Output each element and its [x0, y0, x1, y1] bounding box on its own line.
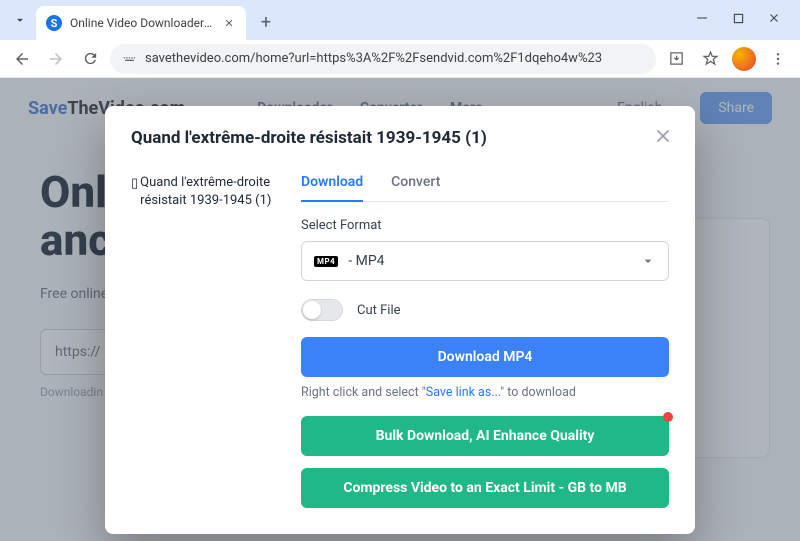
window-controls — [684, 4, 792, 32]
kebab-icon — [770, 51, 786, 67]
cut-file-label: Cut File — [357, 303, 401, 318]
tab-download[interactable]: Download — [301, 174, 363, 202]
address-bar[interactable]: savethevideo.com/home?url=https%3A%2F%2F… — [110, 44, 656, 74]
new-tab-button[interactable]: + — [252, 8, 280, 36]
close-icon — [224, 18, 234, 28]
modal-close-button[interactable] — [649, 122, 677, 150]
bulk-download-button[interactable]: Bulk Download, AI Enhance Quality — [301, 416, 669, 456]
maximize-button[interactable] — [720, 4, 756, 32]
tab-favicon-icon: S — [46, 15, 62, 31]
select-format-label: Select Format — [301, 218, 669, 233]
modal-tabs: Download Convert — [301, 174, 669, 202]
compress-video-button[interactable]: Compress Video to an Exact Limit - GB to… — [301, 468, 669, 508]
star-icon — [702, 50, 719, 67]
install-app-button[interactable] — [662, 45, 690, 73]
bookmark-button[interactable] — [696, 45, 724, 73]
chevron-down-icon — [640, 253, 656, 269]
tab-convert[interactable]: Convert — [391, 174, 440, 201]
chevron-down-icon — [13, 13, 27, 27]
thumbnail-alt-text: Quand l'extrême-droite résistait 1939-19… — [140, 174, 281, 210]
tab-close-button[interactable] — [222, 16, 236, 30]
download-mp4-button[interactable]: Download MP4 — [301, 337, 669, 377]
menu-button[interactable] — [764, 45, 792, 73]
back-button[interactable] — [8, 45, 36, 73]
download-modal: Quand l'extrême-droite résistait 1939-19… — [105, 106, 695, 534]
notification-dot-icon — [663, 412, 673, 422]
forward-button[interactable] — [42, 45, 70, 73]
toggle-knob — [303, 301, 321, 319]
close-icon — [768, 12, 780, 24]
minimize-icon — [696, 12, 708, 24]
video-thumbnail: ▯ Quand l'extrême-droite résistait 1939-… — [131, 174, 281, 508]
arrow-right-icon — [47, 50, 65, 68]
browser-titlebar: S Online Video Downloader and + — [0, 0, 800, 40]
browser-tab[interactable]: S Online Video Downloader and — [36, 6, 246, 40]
save-link-as-link[interactable]: Save link as... — [426, 385, 500, 400]
format-badge-icon: MP4 — [314, 256, 338, 267]
tab-title: Online Video Downloader and — [70, 16, 214, 30]
format-value: - MP4 — [348, 253, 384, 269]
tab-search-dropdown[interactable] — [8, 4, 32, 36]
close-icon — [653, 126, 673, 146]
browser-toolbar: savethevideo.com/home?url=https%3A%2F%2F… — [0, 40, 800, 78]
site-settings-icon[interactable] — [122, 51, 137, 66]
avatar-icon — [732, 47, 756, 71]
download-hint: Right click and select "Save link as..."… — [301, 385, 669, 400]
arrow-left-icon — [13, 50, 31, 68]
install-icon — [668, 50, 685, 67]
close-window-button[interactable] — [756, 4, 792, 32]
reload-icon — [82, 50, 99, 67]
cut-file-toggle[interactable] — [301, 299, 343, 321]
modal-title: Quand l'extrême-droite résistait 1939-19… — [131, 128, 669, 148]
profile-button[interactable] — [730, 45, 758, 73]
maximize-icon — [733, 13, 744, 24]
minimize-button[interactable] — [684, 4, 720, 32]
reload-button[interactable] — [76, 45, 104, 73]
url-text: savethevideo.com/home?url=https%3A%2F%2F… — [145, 51, 602, 66]
broken-image-icon: ▯ — [131, 175, 138, 193]
format-select[interactable]: MP4 - MP4 — [301, 241, 669, 281]
